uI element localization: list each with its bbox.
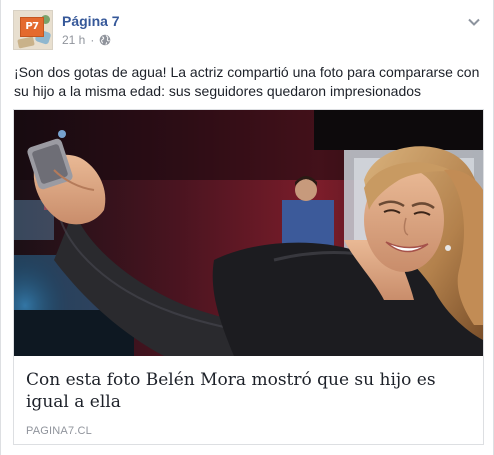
meta-separator: · xyxy=(90,33,95,47)
post-meta: 21 h · xyxy=(62,32,111,48)
page-name-link[interactable]: Página 7 xyxy=(62,12,120,30)
globe-icon[interactable] xyxy=(99,34,111,46)
avatar-logo: P7 xyxy=(20,17,44,37)
facebook-post: P7 Página 7 21 h · ¡Son dos gotas de agu… xyxy=(0,0,494,455)
link-preview-image[interactable] xyxy=(14,110,483,356)
post-text: ¡Son dos gotas de agua! La actriz compar… xyxy=(14,64,480,99)
avatar[interactable]: P7 xyxy=(13,10,53,50)
link-domain: PAGINA7.CL xyxy=(26,425,92,437)
link-preview-body: Con esta foto Belén Mora mostró que su h… xyxy=(14,356,483,437)
link-title[interactable]: Con esta foto Belén Mora mostró que su h… xyxy=(26,366,471,413)
link-preview-card[interactable]: Con esta foto Belén Mora mostró que su h… xyxy=(13,109,484,445)
timestamp[interactable]: 21 h xyxy=(62,32,85,48)
chevron-down-icon[interactable] xyxy=(467,14,481,26)
post-header: P7 Página 7 21 h · xyxy=(13,10,483,52)
